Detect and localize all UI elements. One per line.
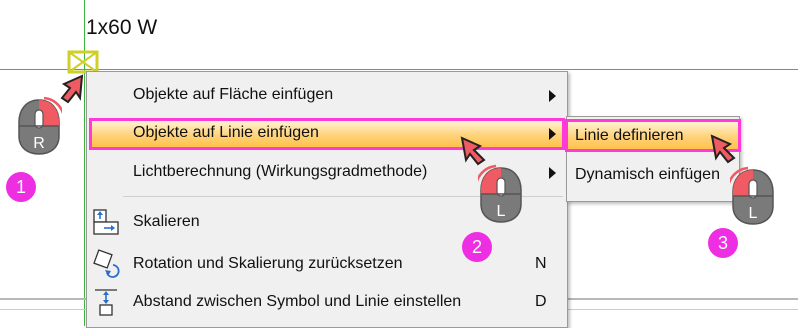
scale-icon bbox=[93, 209, 119, 235]
menu-item-label: Rotation und Skalierung zurücksetzen bbox=[133, 255, 403, 272]
reset-rotation-icon bbox=[93, 249, 120, 278]
cursor-arrow-icon bbox=[460, 136, 486, 166]
menu-item-reset-rotation[interactable]: Rotation und Skalierung zurücksetzen N bbox=[87, 246, 567, 284]
menu-item-insert-on-line[interactable]: Objekte auf Linie einfügen bbox=[87, 115, 567, 153]
shortcut-key: N bbox=[535, 255, 547, 272]
mouse-button-letter: L bbox=[749, 205, 758, 222]
mouse-button-letter: R bbox=[33, 135, 45, 152]
menu-item-label: Objekte auf Fläche einfügen bbox=[133, 86, 334, 103]
menu-item-insert-on-area[interactable]: Objekte auf Fläche einfügen bbox=[87, 77, 567, 115]
menu-item-label: Abstand zwischen Symbol und Linie einste… bbox=[133, 293, 462, 310]
menu-item-label: Objekte auf Linie einfügen bbox=[133, 124, 319, 141]
step-badge-1: 1 bbox=[6, 172, 36, 202]
menu-item-label: Lichtberechnung (Wirkungsgradmethode) bbox=[133, 163, 428, 180]
submenu-arrow-icon bbox=[549, 128, 556, 140]
shortcut-key: D bbox=[535, 293, 547, 310]
submenu-item-define-line[interactable]: Linie definieren bbox=[575, 127, 684, 145]
cursor-arrow-icon bbox=[60, 74, 84, 104]
mouse-left-click-icon: L bbox=[730, 166, 774, 225]
mouse-button-letter: L bbox=[497, 203, 506, 220]
menu-item-label: Skalieren bbox=[133, 213, 200, 230]
guide-line-vertical bbox=[84, 0, 85, 326]
wall-line bbox=[0, 69, 798, 70]
submenu-arrow-icon bbox=[549, 167, 556, 179]
step-badge-3: 3 bbox=[708, 228, 738, 258]
submenu-item-dynamic-insert[interactable]: Dynamisch einfügen bbox=[575, 166, 720, 184]
step-badge-2: 2 bbox=[462, 232, 492, 262]
mouse-right-click-icon: R bbox=[18, 96, 62, 155]
mouse-left-click-icon: L bbox=[478, 164, 522, 223]
menu-item-symbol-line-distance[interactable]: Abstand zwischen Symbol und Linie einste… bbox=[87, 284, 567, 322]
submenu-arrow-icon bbox=[549, 90, 556, 102]
lamp-label: 1x60 W bbox=[86, 16, 158, 39]
distance-icon bbox=[95, 289, 117, 316]
cursor-arrow-icon bbox=[710, 134, 736, 164]
